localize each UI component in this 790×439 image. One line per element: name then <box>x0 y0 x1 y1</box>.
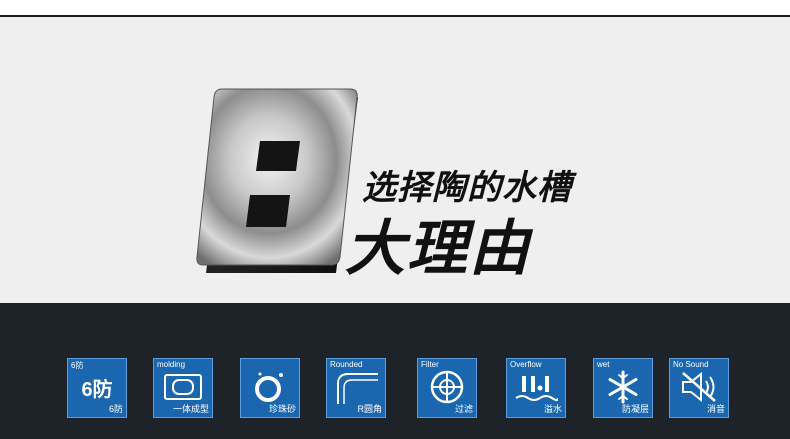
rounded-corner-icon <box>327 369 385 405</box>
feature-card-molding: molding 一体成型 <box>153 358 213 418</box>
big-eight-numeral <box>196 88 358 273</box>
mute-speaker-icon <box>670 369 728 405</box>
snowflake-icon <box>594 369 652 405</box>
feature-bottom-label: 珍珠砂 <box>268 404 296 414</box>
feature-card-overflow: Overflow 溢水 <box>506 358 566 418</box>
feature-icons: 6防 6防 6防 molding 一体成型 珍珠砂 Rounded R圆角 Fi… <box>0 358 790 420</box>
feature-bottom-label: 防凝层 <box>621 404 649 414</box>
feature-top-label: No Sound <box>673 360 709 369</box>
overflow-icon <box>507 369 565 405</box>
feature-bottom-label: 消音 <box>706 404 725 414</box>
page: 选择陶的水槽 大理由 6防 6防 6防 molding 一体成型 珍珠砂 Rou… <box>0 0 790 439</box>
feature-main-text: 6防 <box>81 378 113 401</box>
feature-card-rounded: Rounded R圆角 <box>326 358 386 418</box>
hero-title-line2: 大理由 <box>345 215 531 282</box>
filter-icon <box>418 369 476 405</box>
feature-top-label: Overflow <box>510 360 542 369</box>
feature-card-no-sound: No Sound 消音 <box>669 358 729 418</box>
feature-top-label: wet <box>597 360 610 369</box>
feature-bottom-label: 一体成型 <box>172 404 209 414</box>
pearl-sand-icon <box>241 369 299 405</box>
feature-card-wet: wet 防凝层 <box>593 358 653 418</box>
feature-bottom-label: 6防 <box>108 404 123 414</box>
feature-card-filter: Filter 过滤 <box>417 358 477 418</box>
feature-top-label: molding <box>157 360 186 369</box>
feature-top-label: Filter <box>421 360 439 369</box>
feature-bottom-label: R圆角 <box>357 404 383 414</box>
feature-bottom-label: 过滤 <box>454 404 473 414</box>
one-piece-molding-icon <box>154 369 212 405</box>
feature-bottom-label: 溢水 <box>543 404 562 414</box>
feature-top-label: Rounded <box>330 360 363 369</box>
six-protection-icon: 6防 <box>68 369 126 405</box>
feature-card-pearl-sand: 珍珠砂 <box>240 358 300 418</box>
feature-card-six-protection: 6防 6防 6防 <box>67 358 127 418</box>
